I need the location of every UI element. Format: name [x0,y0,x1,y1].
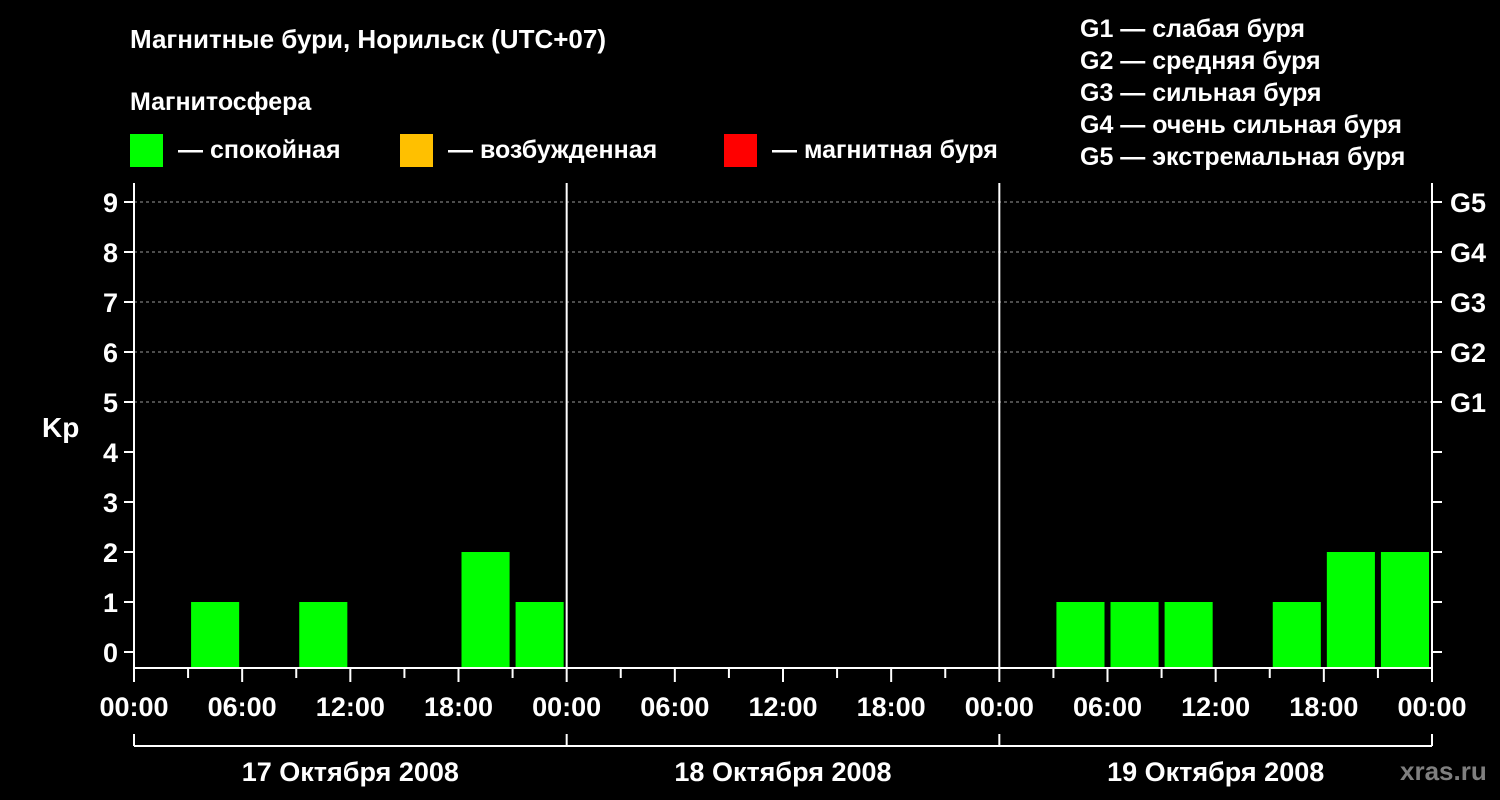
y-tick-label: 3 [103,488,118,518]
legend-swatch-excited [400,134,433,167]
right-axis-label-g2: G2 [1450,338,1486,368]
x-tick-label: 18:00 [424,692,493,722]
kp-bar-5 [1110,602,1159,668]
storm-level-g2: G2 — средняя буря [1080,47,1321,75]
x-tick-label: 12:00 [316,692,385,722]
x-tick-label: 00:00 [99,692,168,722]
kp-bar-9 [1380,552,1429,668]
y-tick-label: 2 [103,538,118,568]
storm-level-g3: G3 — сильная буря [1080,79,1322,107]
right-axis-label-g4: G4 [1450,238,1486,268]
plot-area: 0 1 2 3 4 5 6 7 8 9 G1 G2 G3 G4 G5 00:00 06:00 12:00 18:00… [99,183,1486,787]
right-axis-label-g3: G3 [1450,288,1486,318]
legend-label-storm: — магнитная буря [772,136,998,164]
kp-bar-3 [515,602,564,668]
x-tick-label: 06:00 [208,692,277,722]
kp-bar-0 [191,602,240,668]
kp-bar-8 [1326,552,1375,668]
day-label-3: 19 Октября 2008 [1107,757,1324,787]
kp-bar-7 [1272,602,1321,668]
storm-level-g4: G4 — очень сильная буря [1080,111,1402,139]
y-tick-label: 1 [103,588,118,618]
right-axis-label-g5: G5 [1450,188,1486,218]
y-tick-label: 5 [103,388,118,418]
x-tick-label: 18:00 [857,692,926,722]
watermark: xras.ru [1400,756,1487,786]
legend-swatch-storm [724,134,757,167]
day-label-1: 17 Октября 2008 [242,757,459,787]
x-tick-label: 06:00 [1073,692,1142,722]
legend-label-quiet: — спокойная [178,136,341,164]
y-tick-label: 7 [103,288,118,318]
chart-title: Магнитные бури, Норильск (UTC+07) [130,24,606,54]
x-tick-label: 06:00 [640,692,709,722]
storm-level-g5: G5 — экстремальная буря [1080,143,1405,171]
day-label-2: 18 Октября 2008 [674,757,891,787]
x-tick-label: 00:00 [965,692,1034,722]
storm-level-g1: G1 — слабая буря [1080,15,1305,43]
y-axis-label: Kp [42,412,79,443]
legend-swatch-quiet [130,134,163,167]
y-tick-label: 9 [103,188,118,218]
kp-bar-1 [299,602,348,668]
y-tick-label: 0 [103,638,118,668]
kp-chart: Магнитные бури, Норильск (UTC+07) Магнит… [42,15,1487,787]
x-tick-label: 12:00 [1181,692,1250,722]
kp-bar-6 [1164,602,1213,668]
kp-bar-4 [1056,602,1105,668]
x-tick-label: 00:00 [532,692,601,722]
y-tick-label: 8 [103,238,118,268]
right-axis-label-g1: G1 [1450,388,1486,418]
legend-heading: Магнитосфера [130,88,312,116]
x-tick-label: 00:00 [1397,692,1466,722]
kp-bar-2 [461,552,510,668]
legend-label-excited: — возбужденная [448,136,657,164]
y-tick-label: 6 [103,338,118,368]
y-tick-label: 4 [103,438,118,468]
x-tick-label: 18:00 [1289,692,1358,722]
x-tick-label: 12:00 [748,692,817,722]
